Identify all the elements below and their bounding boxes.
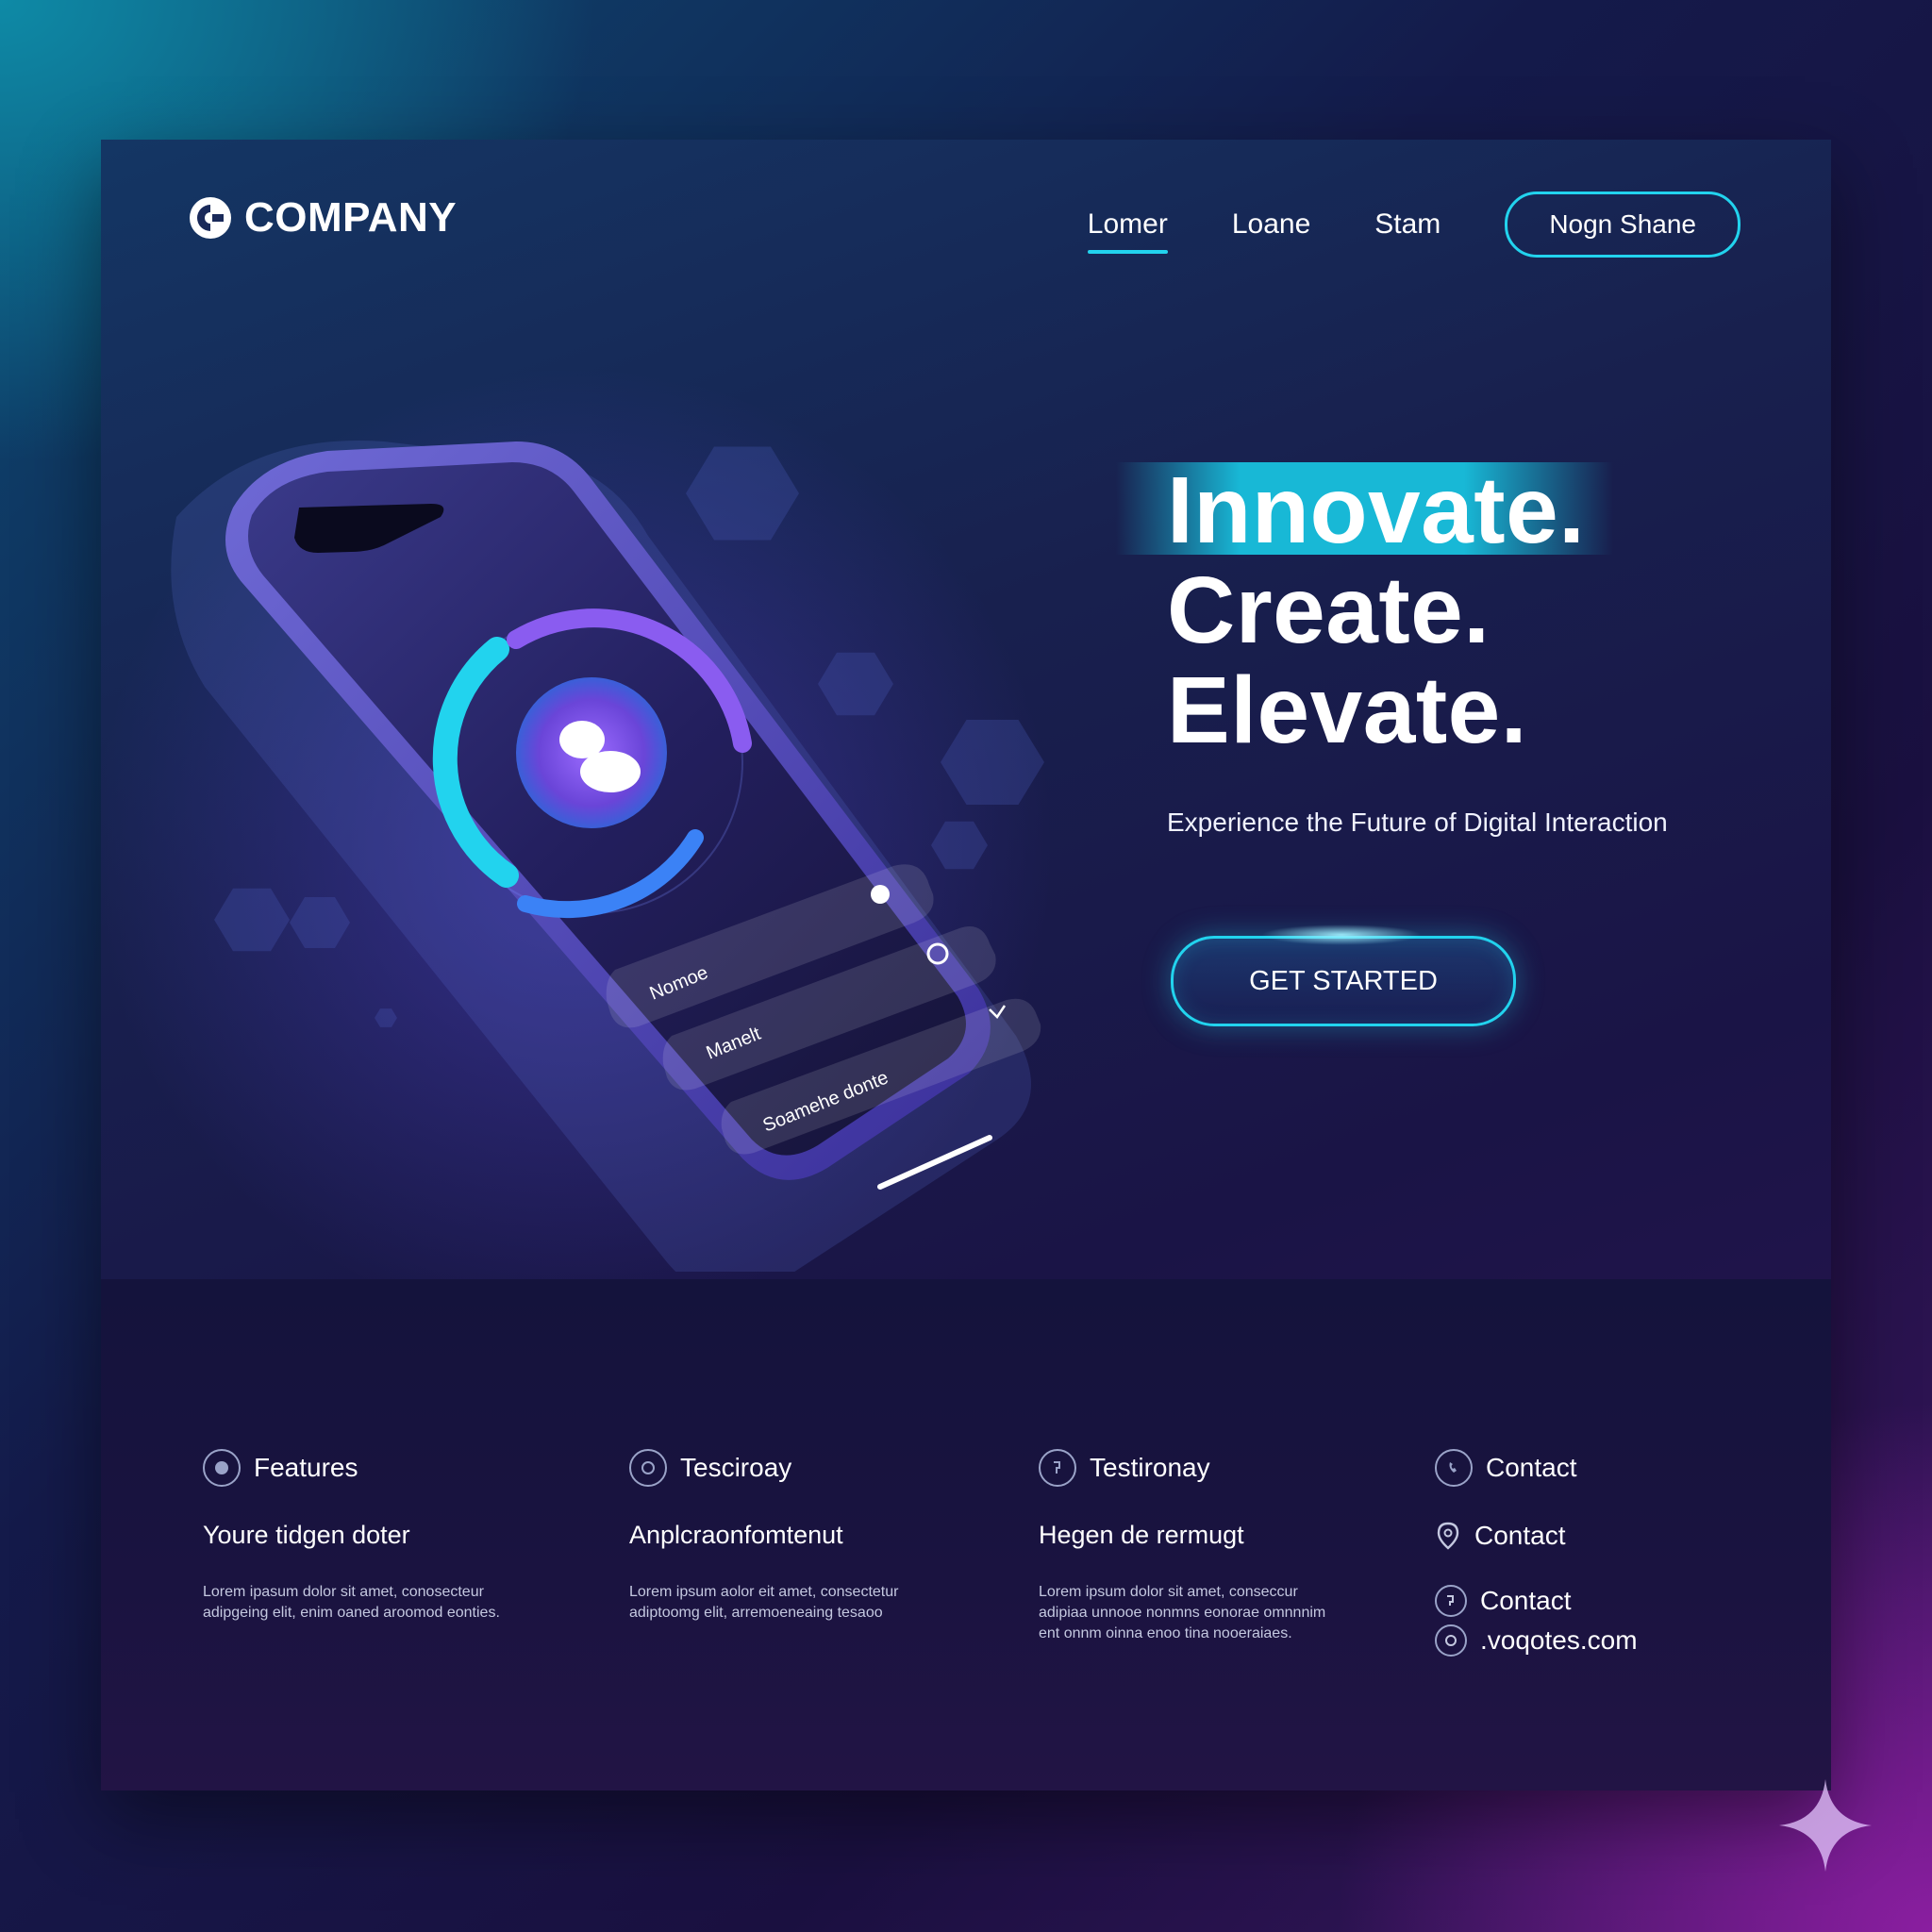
footer-section: Features Youre tidgen doter Lorem ipasum…	[101, 1279, 1831, 1790]
nav-item-stam[interactable]: Stam	[1374, 208, 1441, 241]
headline-line-1: Innovate.	[1167, 458, 1586, 563]
email-icon	[1435, 1585, 1467, 1617]
contact-location-row[interactable]: Contact	[1435, 1521, 1638, 1551]
contact-heading[interactable]: Contact	[1486, 1453, 1577, 1483]
footer-column-features: Features Youre tidgen doter Lorem ipasum…	[203, 1449, 505, 1624]
hero-subtitle: Experience the Future of Digital Interac…	[1167, 808, 1668, 837]
target-icon	[629, 1449, 667, 1487]
contact-item: .voqotes.com	[1480, 1625, 1638, 1655]
footer-column-subheading: Youre tidgen doter	[203, 1521, 410, 1549]
main-nav: Lomer Loane Stam Nogn Shane	[1087, 192, 1740, 258]
globe-icon	[1435, 1624, 1467, 1657]
phone-icon	[1435, 1449, 1473, 1487]
company-logo[interactable]: COMPANY	[188, 194, 457, 242]
footer-column-heading[interactable]: Features	[254, 1453, 358, 1483]
contact-web-row[interactable]: .voqotes.com	[1435, 1624, 1638, 1657]
header-cta-button[interactable]: Nogn Shane	[1505, 192, 1740, 258]
footer-column-body: Lorem ipasum dolor sit amet, conosecteur…	[203, 1584, 500, 1621]
features-icon	[203, 1449, 241, 1487]
footer-column-subheading: Hegen de rermugt	[1039, 1521, 1244, 1549]
contact-item: Contact	[1474, 1521, 1566, 1550]
footer-column-subheading: Anplcraonfomtenut	[629, 1521, 843, 1549]
sparkle-icon	[1779, 1779, 1872, 1872]
nav-item-lomer[interactable]: Lomer	[1087, 208, 1168, 254]
cta-glow	[1261, 924, 1422, 945]
landing-page: COMPANY Lomer Loane Stam Nogn Shane Nomo…	[101, 140, 1831, 1790]
phone-illustration: Nomoe Manelt Soamehe donte	[171, 441, 1041, 1272]
footer-column-heading[interactable]: Tesciroay	[680, 1453, 791, 1483]
contact-item: Contact	[1480, 1586, 1572, 1615]
headline-line-2: Create.	[1167, 558, 1491, 663]
testimony-icon	[1039, 1449, 1076, 1487]
footer-column-body: Lorem ipsum dolor sit amet, conseccur ad…	[1039, 1584, 1326, 1641]
nav-item-loane[interactable]: Loane	[1232, 208, 1310, 241]
footer-column-heading[interactable]: Testironay	[1090, 1453, 1210, 1483]
contact-email-row[interactable]: Contact	[1435, 1585, 1638, 1617]
footer-column-testironay: Testironay Hegen de rermugt Lorem ipsum …	[1039, 1449, 1341, 1644]
logo-icon	[190, 197, 231, 239]
hero-text-block: Innovate. Create. Elevate. Experience th…	[1116, 458, 1668, 838]
location-pin-icon	[1437, 1522, 1459, 1550]
get-started-button[interactable]: GET STARTED	[1171, 936, 1516, 1026]
footer-column-contact: Contact Contact Contact .voqotes.com	[1435, 1449, 1638, 1657]
hero-headline: Innovate. Create. Elevate.	[1116, 458, 1668, 763]
footer-column-body: Lorem ipsum aolor eit amet, consectetur …	[629, 1584, 899, 1621]
logo-text: COMPANY	[244, 194, 458, 241]
footer-column-tesciroay: Tesciroay Anplcraonfomtenut Lorem ipsum …	[629, 1449, 931, 1624]
headline-line-3: Elevate.	[1167, 658, 1528, 763]
